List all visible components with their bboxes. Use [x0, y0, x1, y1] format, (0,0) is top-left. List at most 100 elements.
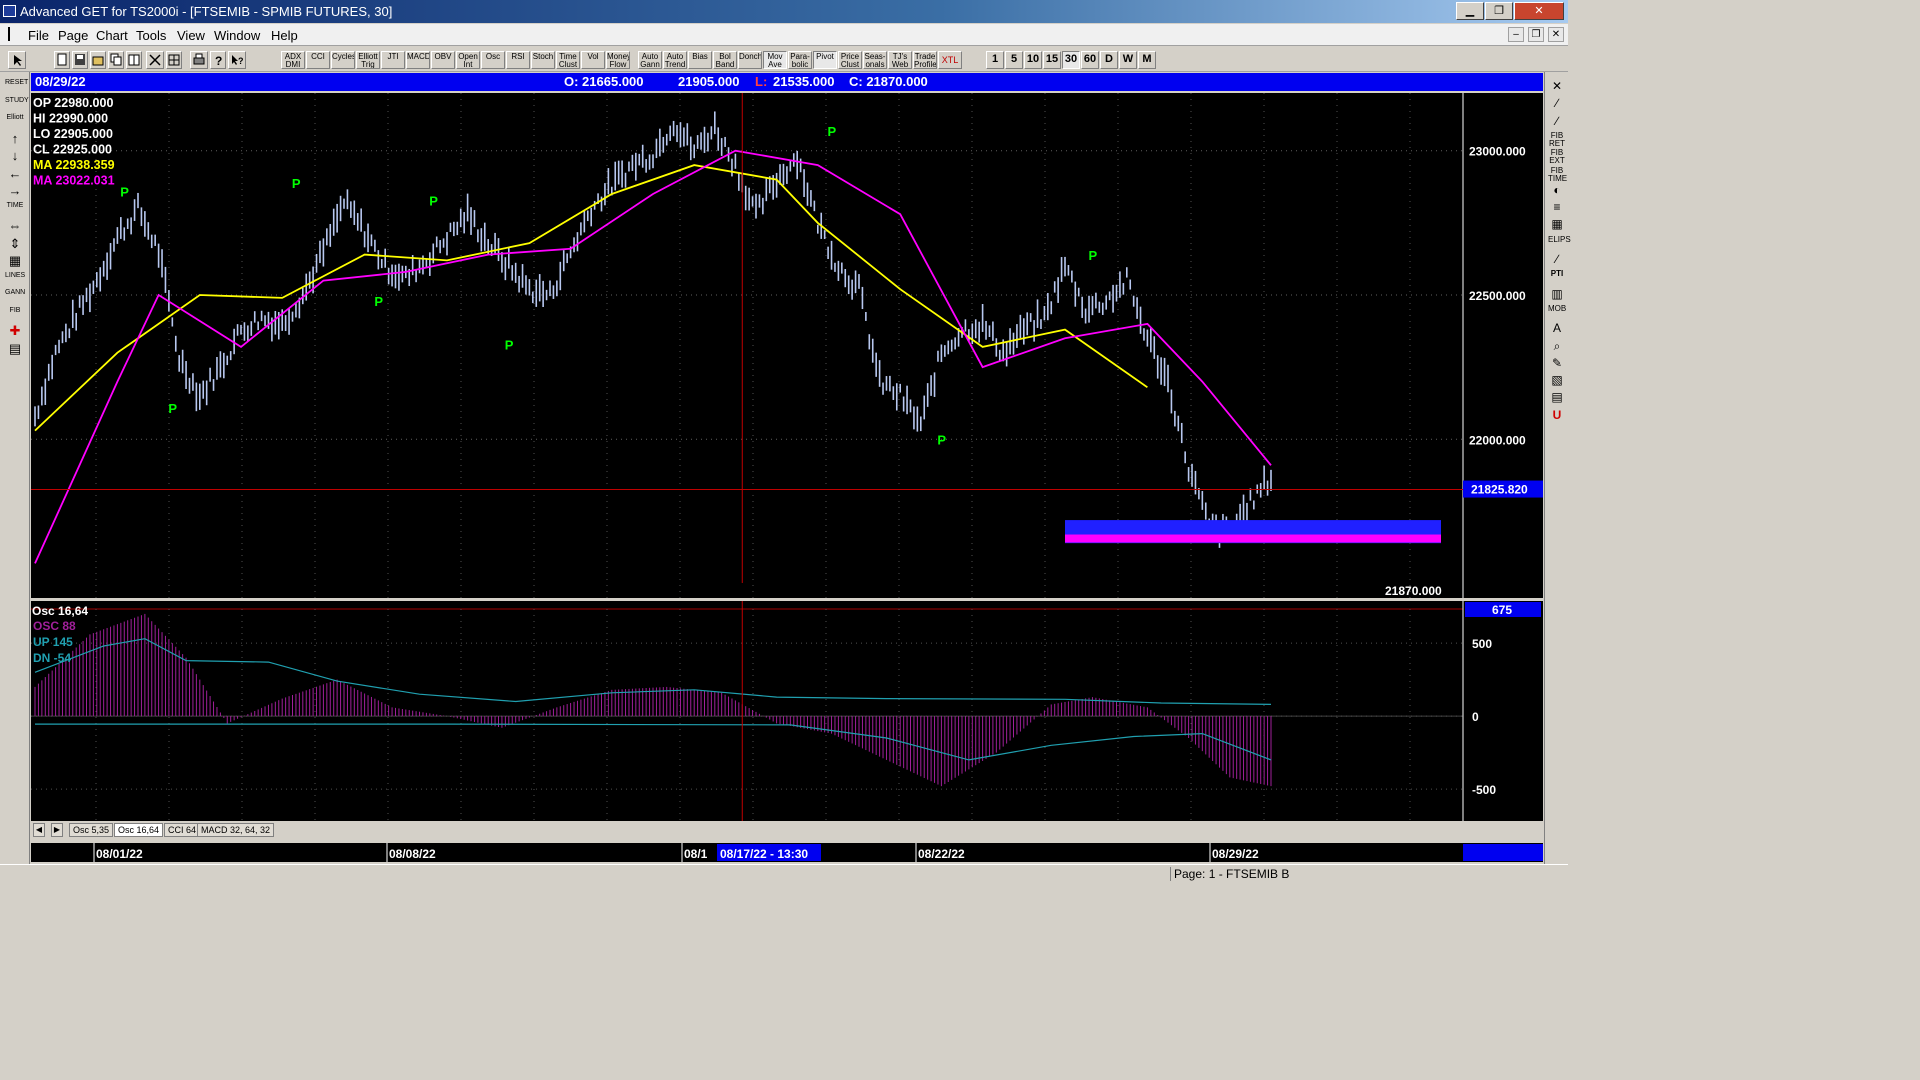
- right-tool-1[interactable]: ∕: [1548, 97, 1566, 112]
- right-tool-2[interactable]: ∕: [1548, 114, 1566, 130]
- right-tool-19[interactable]: U: [1548, 408, 1566, 424]
- right-tool-12[interactable]: ▥: [1548, 287, 1566, 303]
- mdi-restore-button[interactable]: ❐: [1528, 27, 1544, 42]
- tool-macd[interactable]: MACD: [406, 51, 430, 69]
- right-tool-8[interactable]: ▦: [1548, 218, 1566, 233]
- tool-money-flow[interactable]: Money Flow: [606, 51, 630, 69]
- right-tool-14[interactable]: A: [1548, 322, 1566, 337]
- print-icon[interactable]: [190, 51, 208, 69]
- left-tool-3[interactable]: ↑: [4, 131, 26, 146]
- right-tool-0[interactable]: ✕: [1548, 80, 1566, 95]
- tool-price-clust[interactable]: Price Clust: [838, 51, 862, 69]
- interval-5[interactable]: 5: [1005, 51, 1023, 69]
- tool-bias[interactable]: Bias: [688, 51, 712, 69]
- minimize-button[interactable]: ▁: [1456, 2, 1484, 20]
- right-tool-16[interactable]: ✎: [1548, 356, 1566, 372]
- tool-cci[interactable]: CCI: [306, 51, 330, 69]
- left-tool-8[interactable]: ⇔: [4, 218, 26, 233]
- tool-adx-dmi[interactable]: ADX DMI: [281, 51, 305, 69]
- menu-file[interactable]: File: [28, 28, 49, 43]
- right-tool-11[interactable]: PTI: [1548, 270, 1566, 285]
- menu-view[interactable]: View: [177, 28, 205, 43]
- left-tool-11[interactable]: LINES: [4, 271, 26, 286]
- left-tool-13[interactable]: FIB: [4, 306, 26, 321]
- open-icon[interactable]: [90, 51, 106, 69]
- tab-osc-16-64[interactable]: Osc 16,64: [114, 823, 164, 837]
- pointer-icon[interactable]: [8, 51, 26, 69]
- oscillator-chart[interactable]: 675 500 0 -500 Osc 16,64OSC 88 UP 145 DN -54: [31, 601, 1543, 821]
- tab-cci-64[interactable]: CCI 64: [164, 823, 201, 837]
- save-icon[interactable]: [72, 51, 88, 69]
- menu-chart[interactable]: Chart: [96, 28, 128, 43]
- interval-m[interactable]: M: [1138, 51, 1156, 69]
- mdi-minimize-button[interactable]: –: [1508, 27, 1524, 42]
- tool-tj-s-web[interactable]: TJ's Web: [888, 51, 912, 69]
- tool-time-clust[interactable]: Time Clust: [556, 51, 580, 69]
- tool-donch[interactable]: Donch: [738, 51, 762, 69]
- left-tool-15[interactable]: ▤: [4, 341, 26, 356]
- maximize-button[interactable]: ❐: [1485, 2, 1513, 20]
- tab-prev-arrow-icon[interactable]: ◀: [33, 823, 45, 837]
- tool-jti[interactable]: JTI: [381, 51, 405, 69]
- tab-next-arrow-icon[interactable]: ▶: [51, 823, 63, 837]
- right-tool-7[interactable]: ≡: [1548, 201, 1566, 216]
- tool-osc[interactable]: Osc: [481, 51, 505, 69]
- right-tool-18[interactable]: ▤: [1548, 391, 1566, 406]
- tool-rsi[interactable]: RSI: [506, 51, 530, 69]
- close-button[interactable]: ✕: [1514, 2, 1564, 20]
- left-tool-5[interactable]: ←: [4, 166, 26, 181]
- left-tool-4[interactable]: ↓: [4, 148, 26, 163]
- left-tool-10[interactable]: ▦: [4, 253, 26, 268]
- context-help-icon[interactable]: ?: [228, 51, 246, 69]
- help-icon[interactable]: ?: [210, 51, 226, 69]
- mdi-close-button[interactable]: ✕: [1548, 27, 1564, 42]
- left-tool-9[interactable]: ⇕: [4, 236, 26, 251]
- tool-mov-ave[interactable]: Mov Ave: [763, 51, 787, 69]
- tool-stoch[interactable]: Stoch: [531, 51, 555, 69]
- copy-icon[interactable]: [108, 51, 124, 69]
- tab-macd[interactable]: MACD 32, 64, 32: [197, 823, 275, 837]
- delete-icon[interactable]: [146, 51, 164, 69]
- grid-icon[interactable]: [166, 51, 182, 69]
- right-tool-10[interactable]: ∕: [1548, 253, 1566, 268]
- tool-open-int[interactable]: Open Int: [456, 51, 480, 69]
- tool-trade-profile[interactable]: Trade Profile: [913, 51, 937, 69]
- right-tool-5[interactable]: FIB TIME: [1548, 166, 1567, 182]
- right-tool-9[interactable]: ELIPS: [1548, 235, 1571, 251]
- interval-10[interactable]: 10: [1024, 51, 1042, 69]
- tab-osc-5-35[interactable]: Osc 5,35: [69, 823, 114, 837]
- menu-page[interactable]: Page: [58, 28, 88, 43]
- right-tool-15[interactable]: ⌕: [1548, 339, 1566, 355]
- tool-bol-band[interactable]: Bol Band: [713, 51, 737, 69]
- menu-tools[interactable]: Tools: [136, 28, 166, 43]
- price-chart[interactable]: 23000.000 22500.000 22000.000 P P P P P P P P P 2182…: [31, 93, 1543, 598]
- interval-w[interactable]: W: [1119, 51, 1137, 69]
- left-tool-6[interactable]: →: [4, 183, 26, 198]
- interval-d[interactable]: D: [1100, 51, 1118, 69]
- left-tool-2[interactable]: Elliott: [4, 113, 26, 128]
- tool-elliott-trig[interactable]: Elliott Trig: [356, 51, 380, 69]
- new-page-icon[interactable]: [54, 51, 70, 69]
- interval-60[interactable]: 60: [1081, 51, 1099, 69]
- right-tool-3[interactable]: FIB RET: [1548, 131, 1566, 147]
- interval-15[interactable]: 15: [1043, 51, 1061, 69]
- tool-para-bolic[interactable]: Para-bolic: [788, 51, 812, 69]
- menu-help[interactable]: Help: [271, 28, 298, 43]
- layout-icon[interactable]: [126, 51, 142, 69]
- right-tool-6[interactable]: ◐: [1548, 183, 1566, 199]
- left-tool-0[interactable]: RESET: [4, 78, 28, 93]
- tool-obv[interactable]: OBV: [431, 51, 455, 69]
- interval-30[interactable]: 30: [1062, 51, 1080, 69]
- left-tool-1[interactable]: STUDY: [4, 96, 29, 111]
- left-tool-7[interactable]: TIME: [4, 201, 26, 216]
- tool-xtl[interactable]: XTL: [938, 51, 962, 69]
- right-tool-17[interactable]: ▧: [1548, 374, 1566, 389]
- tool-auto-gann[interactable]: Auto Gann: [638, 51, 662, 69]
- left-tool-14[interactable]: ✚: [4, 323, 26, 338]
- interval-1[interactable]: 1: [986, 51, 1004, 69]
- left-tool-12[interactable]: GANN: [4, 288, 26, 303]
- tool-seas-onals[interactable]: Seas-onals: [863, 51, 887, 69]
- tool-pivot[interactable]: Pivot: [813, 51, 837, 69]
- price-chart-panel[interactable]: 23000.000 22500.000 22000.000 P P P P P P P P P 2182…: [31, 93, 1543, 598]
- oscillator-panel[interactable]: 675 500 0 -500 Osc 16,64 OSC 88 UP 145 DN -54: [31, 601, 1543, 821]
